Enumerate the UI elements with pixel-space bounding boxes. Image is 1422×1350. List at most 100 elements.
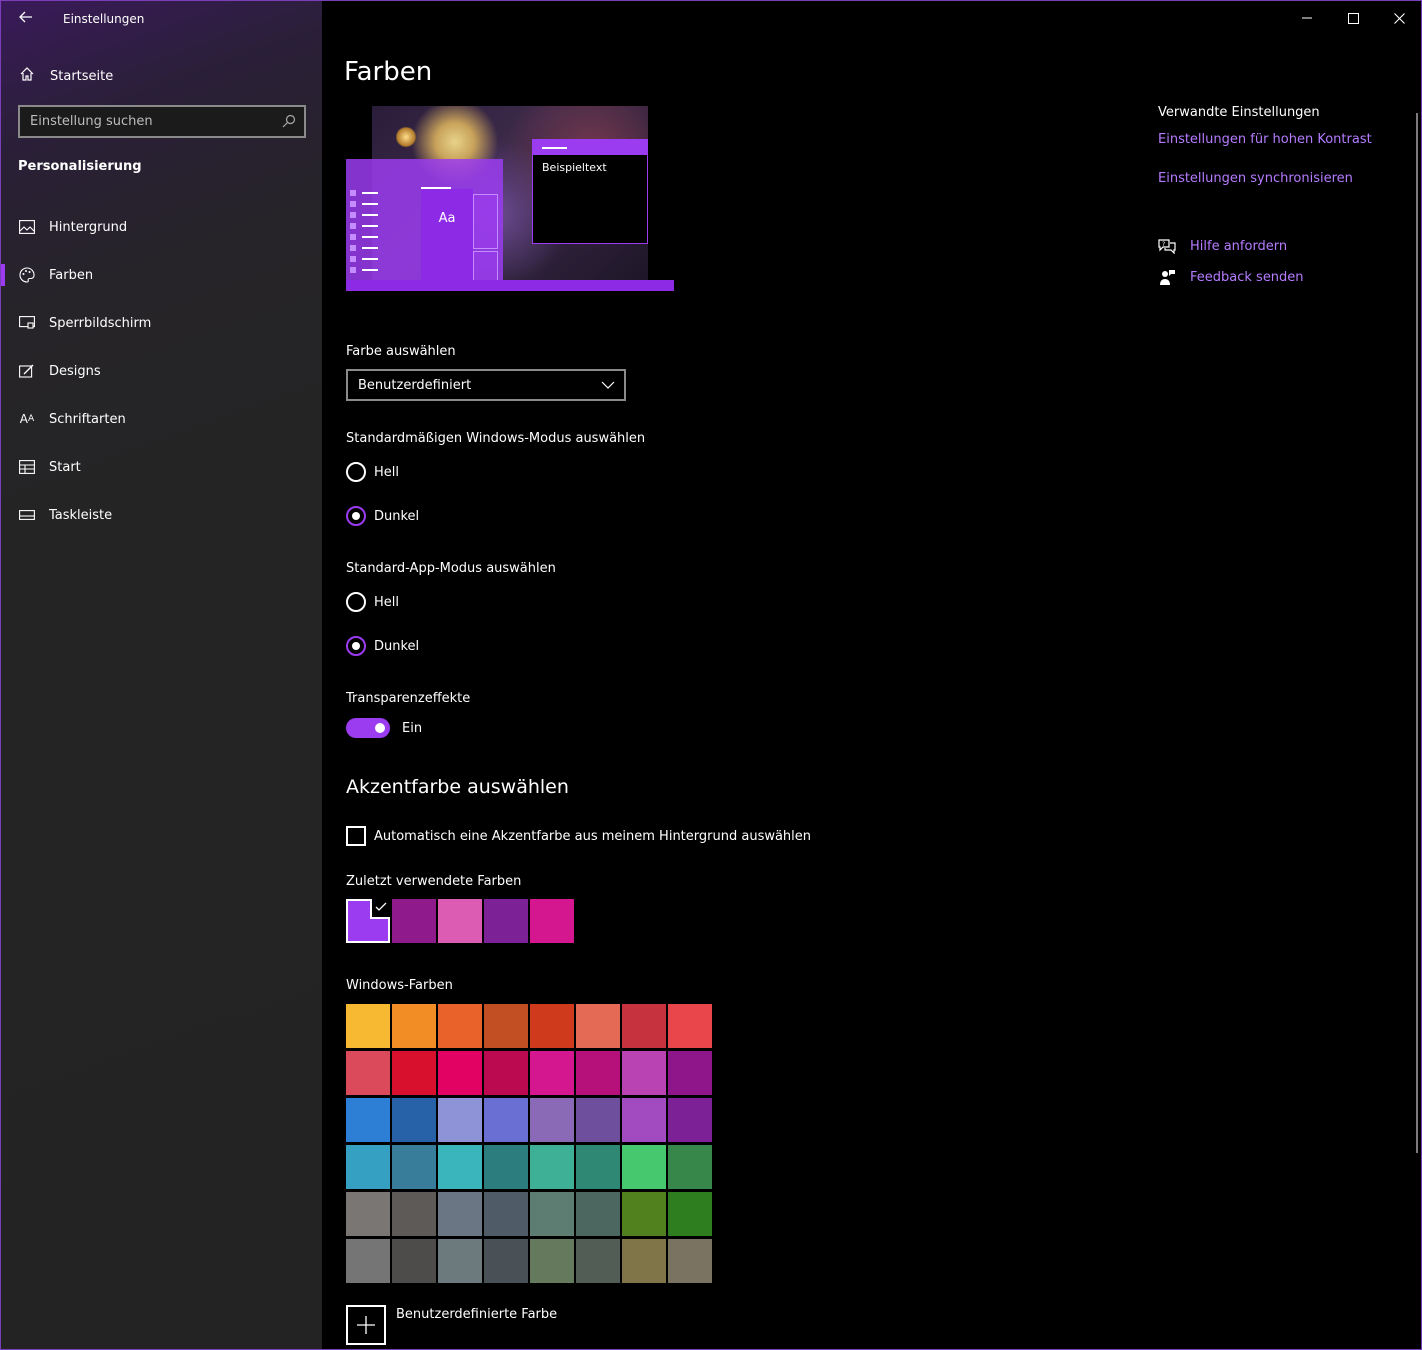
windows-color-swatch[interactable] bbox=[346, 1004, 390, 1048]
windows-color-swatch[interactable] bbox=[530, 1145, 574, 1189]
sidebar-item-sperrbildschirm[interactable]: Sperrbildschirm bbox=[1, 300, 322, 346]
sidebar-item-start[interactable]: Start bbox=[1, 444, 322, 490]
checkbox-box[interactable] bbox=[346, 826, 366, 846]
windows-color-swatch[interactable] bbox=[438, 1098, 482, 1142]
palette-icon bbox=[18, 266, 36, 284]
color-select-dropdown[interactable]: Benutzerdefiniert bbox=[346, 369, 626, 401]
plus-icon[interactable] bbox=[346, 1305, 386, 1345]
windows-color-swatch[interactable] bbox=[576, 1004, 620, 1048]
app-mode-radio-hell[interactable]: Hell bbox=[346, 592, 399, 612]
custom-color-label: Benutzerdefinierte Farbe bbox=[396, 1307, 558, 1322]
radio-circle[interactable] bbox=[346, 462, 366, 482]
windows-color-swatch[interactable] bbox=[530, 1051, 574, 1095]
windows-color-swatch[interactable] bbox=[392, 1145, 436, 1189]
recent-color-swatch[interactable] bbox=[484, 899, 528, 943]
preview-taskbar bbox=[346, 280, 674, 291]
windows-color-swatch[interactable] bbox=[392, 1239, 436, 1283]
windows-color-swatch[interactable] bbox=[530, 1239, 574, 1283]
windows-color-swatch[interactable] bbox=[346, 1192, 390, 1236]
windows-color-swatch[interactable] bbox=[484, 1004, 528, 1048]
windows-color-swatch[interactable] bbox=[622, 1004, 666, 1048]
windows-color-swatch[interactable] bbox=[622, 1098, 666, 1142]
help-chat-icon: ? bbox=[1158, 237, 1176, 255]
search-box[interactable] bbox=[18, 105, 306, 138]
windows-color-swatch[interactable] bbox=[576, 1051, 620, 1095]
start-icon bbox=[18, 458, 36, 476]
sidebar-item-hintergrund[interactable]: Hintergrund bbox=[1, 204, 322, 250]
recent-color-swatch[interactable] bbox=[392, 899, 436, 943]
feedback-link[interactable]: Feedback senden bbox=[1158, 268, 1304, 286]
windows-color-swatch[interactable] bbox=[438, 1051, 482, 1095]
home-label: Startseite bbox=[50, 68, 114, 84]
windows-color-swatch[interactable] bbox=[484, 1051, 528, 1095]
windows-color-swatch[interactable] bbox=[346, 1145, 390, 1189]
search-icon[interactable] bbox=[282, 113, 296, 128]
home-link[interactable]: Startseite bbox=[19, 65, 113, 87]
scrollbar[interactable] bbox=[1416, 113, 1418, 1153]
transparency-toggle[interactable] bbox=[346, 718, 390, 738]
windows-color-swatch[interactable] bbox=[484, 1239, 528, 1283]
windows-color-swatch[interactable] bbox=[530, 1192, 574, 1236]
sidebar-item-label: Hintergrund bbox=[49, 219, 128, 235]
app-mode-radio-dunkel[interactable]: Dunkel bbox=[346, 636, 419, 656]
windows-color-swatch[interactable] bbox=[484, 1145, 528, 1189]
windows-color-swatch[interactable] bbox=[346, 1051, 390, 1095]
recent-color-swatch[interactable] bbox=[438, 899, 482, 943]
sync-settings-link[interactable]: Einstellungen synchronisieren bbox=[1158, 171, 1353, 186]
minimize-icon[interactable] bbox=[1284, 1, 1330, 35]
sidebar-item-taskleiste[interactable]: Taskleiste bbox=[1, 492, 322, 538]
app-mode-label: Standard-App-Modus auswählen bbox=[346, 561, 556, 576]
windows-color-swatch[interactable] bbox=[668, 1145, 712, 1189]
auto-accent-checkbox[interactable]: Automatisch eine Akzentfarbe aus meinem … bbox=[346, 826, 811, 846]
windows-color-swatch[interactable] bbox=[668, 1051, 712, 1095]
windows-color-swatch[interactable] bbox=[484, 1192, 528, 1236]
get-help-link[interactable]: ? Hilfe anfordern bbox=[1158, 237, 1287, 255]
windows-color-swatch[interactable] bbox=[668, 1192, 712, 1236]
high-contrast-link[interactable]: Einstellungen für hohen Kontrast bbox=[1158, 132, 1372, 147]
sidebar-item-farben[interactable]: Farben bbox=[1, 252, 322, 298]
search-input[interactable] bbox=[20, 107, 260, 136]
sidebar-item-designs[interactable]: Designs bbox=[1, 348, 322, 394]
windows-color-swatch[interactable] bbox=[576, 1145, 620, 1189]
back-arrow-icon[interactable] bbox=[15, 7, 37, 29]
windows-color-swatch[interactable] bbox=[392, 1051, 436, 1095]
recent-color-swatch[interactable] bbox=[346, 899, 390, 943]
windows-color-swatch[interactable] bbox=[530, 1004, 574, 1048]
windows-color-swatch[interactable] bbox=[346, 1098, 390, 1142]
windows-color-swatch[interactable] bbox=[622, 1145, 666, 1189]
windows-color-swatch[interactable] bbox=[622, 1051, 666, 1095]
radio-circle[interactable] bbox=[346, 506, 366, 526]
windows-color-swatch[interactable] bbox=[576, 1239, 620, 1283]
windows-color-swatch[interactable] bbox=[438, 1192, 482, 1236]
windows-color-swatch[interactable] bbox=[668, 1004, 712, 1048]
windows-color-swatch[interactable] bbox=[484, 1098, 528, 1142]
windows-color-swatch[interactable] bbox=[530, 1098, 574, 1142]
close-icon[interactable] bbox=[1376, 1, 1421, 35]
windows-color-swatch[interactable] bbox=[392, 1004, 436, 1048]
windows-color-swatch[interactable] bbox=[438, 1145, 482, 1189]
windows-colors-label: Windows-Farben bbox=[346, 978, 453, 993]
custom-color-button[interactable]: Benutzerdefinierte Farbe bbox=[346, 1305, 557, 1345]
sidebar-item-schriftarten[interactable]: AA Schriftarten bbox=[1, 396, 322, 442]
windows-color-swatch[interactable] bbox=[346, 1239, 390, 1283]
windows-color-swatch[interactable] bbox=[438, 1004, 482, 1048]
radio-circle[interactable] bbox=[346, 636, 366, 656]
accent-heading: Akzentfarbe auswählen bbox=[346, 776, 569, 798]
windows-color-swatch[interactable] bbox=[622, 1192, 666, 1236]
windows-color-swatch[interactable] bbox=[392, 1098, 436, 1142]
preview-tile bbox=[473, 194, 498, 249]
windows-color-swatch[interactable] bbox=[622, 1239, 666, 1283]
windows-mode-radio-dunkel[interactable]: Dunkel bbox=[346, 506, 419, 526]
windows-color-swatch[interactable] bbox=[668, 1239, 712, 1283]
sidebar-item-label: Designs bbox=[49, 363, 101, 379]
windows-mode-radio-hell[interactable]: Hell bbox=[346, 462, 399, 482]
windows-color-swatch[interactable] bbox=[668, 1098, 712, 1142]
windows-color-swatch[interactable] bbox=[392, 1192, 436, 1236]
recent-color-swatch[interactable] bbox=[530, 899, 574, 943]
windows-color-swatch[interactable] bbox=[576, 1098, 620, 1142]
windows-color-swatch[interactable] bbox=[438, 1239, 482, 1283]
radio-circle[interactable] bbox=[346, 592, 366, 612]
maximize-icon[interactable] bbox=[1330, 1, 1376, 35]
windows-color-swatch[interactable] bbox=[576, 1192, 620, 1236]
radio-label: Hell bbox=[374, 594, 399, 610]
